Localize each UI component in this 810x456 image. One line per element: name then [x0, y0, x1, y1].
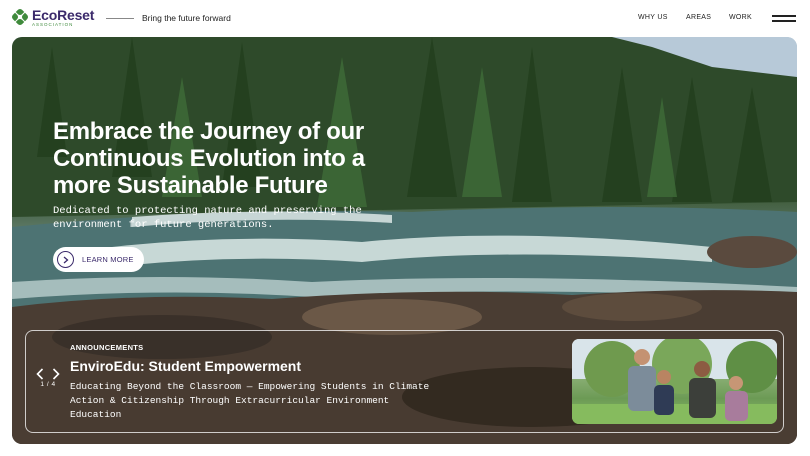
chevron-right-icon[interactable]: [52, 367, 60, 380]
site-header: EcoReset ASSOCIATION Bring the future fo…: [0, 0, 810, 37]
logo-name: EcoReset: [32, 7, 95, 23]
announcement-pager: 1 / 4: [36, 367, 60, 388]
announcement-description: Educating Beyond the Classroom — Empower…: [70, 381, 430, 420]
nav-why-us[interactable]: WHY US: [638, 14, 668, 21]
logo[interactable]: EcoReset ASSOCIATION: [10, 7, 95, 28]
nav-work[interactable]: WORK: [729, 14, 752, 21]
nav-areas[interactable]: AREAS: [686, 14, 711, 21]
hero-banner: Embrace the Journey of our Continuous Ev…: [12, 37, 797, 444]
chevron-right-icon: [57, 251, 74, 268]
chevron-left-icon[interactable]: [36, 367, 44, 380]
hero-title: Embrace the Journey of our Continuous Ev…: [53, 118, 365, 199]
announcement-card: 1 / 4 ANNOUNCEMENTS EnviroEdu: Student E…: [25, 330, 784, 433]
announcement-image[interactable]: [572, 339, 777, 424]
learn-more-button[interactable]: LEARN MORE: [53, 247, 144, 272]
tagline-divider: [106, 18, 134, 19]
announcement-title[interactable]: EnviroEdu: Student Empowerment: [70, 358, 301, 374]
leaf-cluster-icon: [10, 7, 30, 27]
announcement-counter: 1 / 4: [40, 381, 56, 388]
tagline: Bring the future forward: [142, 13, 231, 23]
logo-subtitle: ASSOCIATION: [32, 22, 74, 27]
learn-more-label: LEARN MORE: [82, 255, 134, 264]
announcement-kicker: ANNOUNCEMENTS: [70, 343, 144, 352]
hamburger-menu-icon[interactable]: [772, 14, 796, 23]
hero-description: Dedicated to protecting nature and prese…: [53, 205, 362, 231]
